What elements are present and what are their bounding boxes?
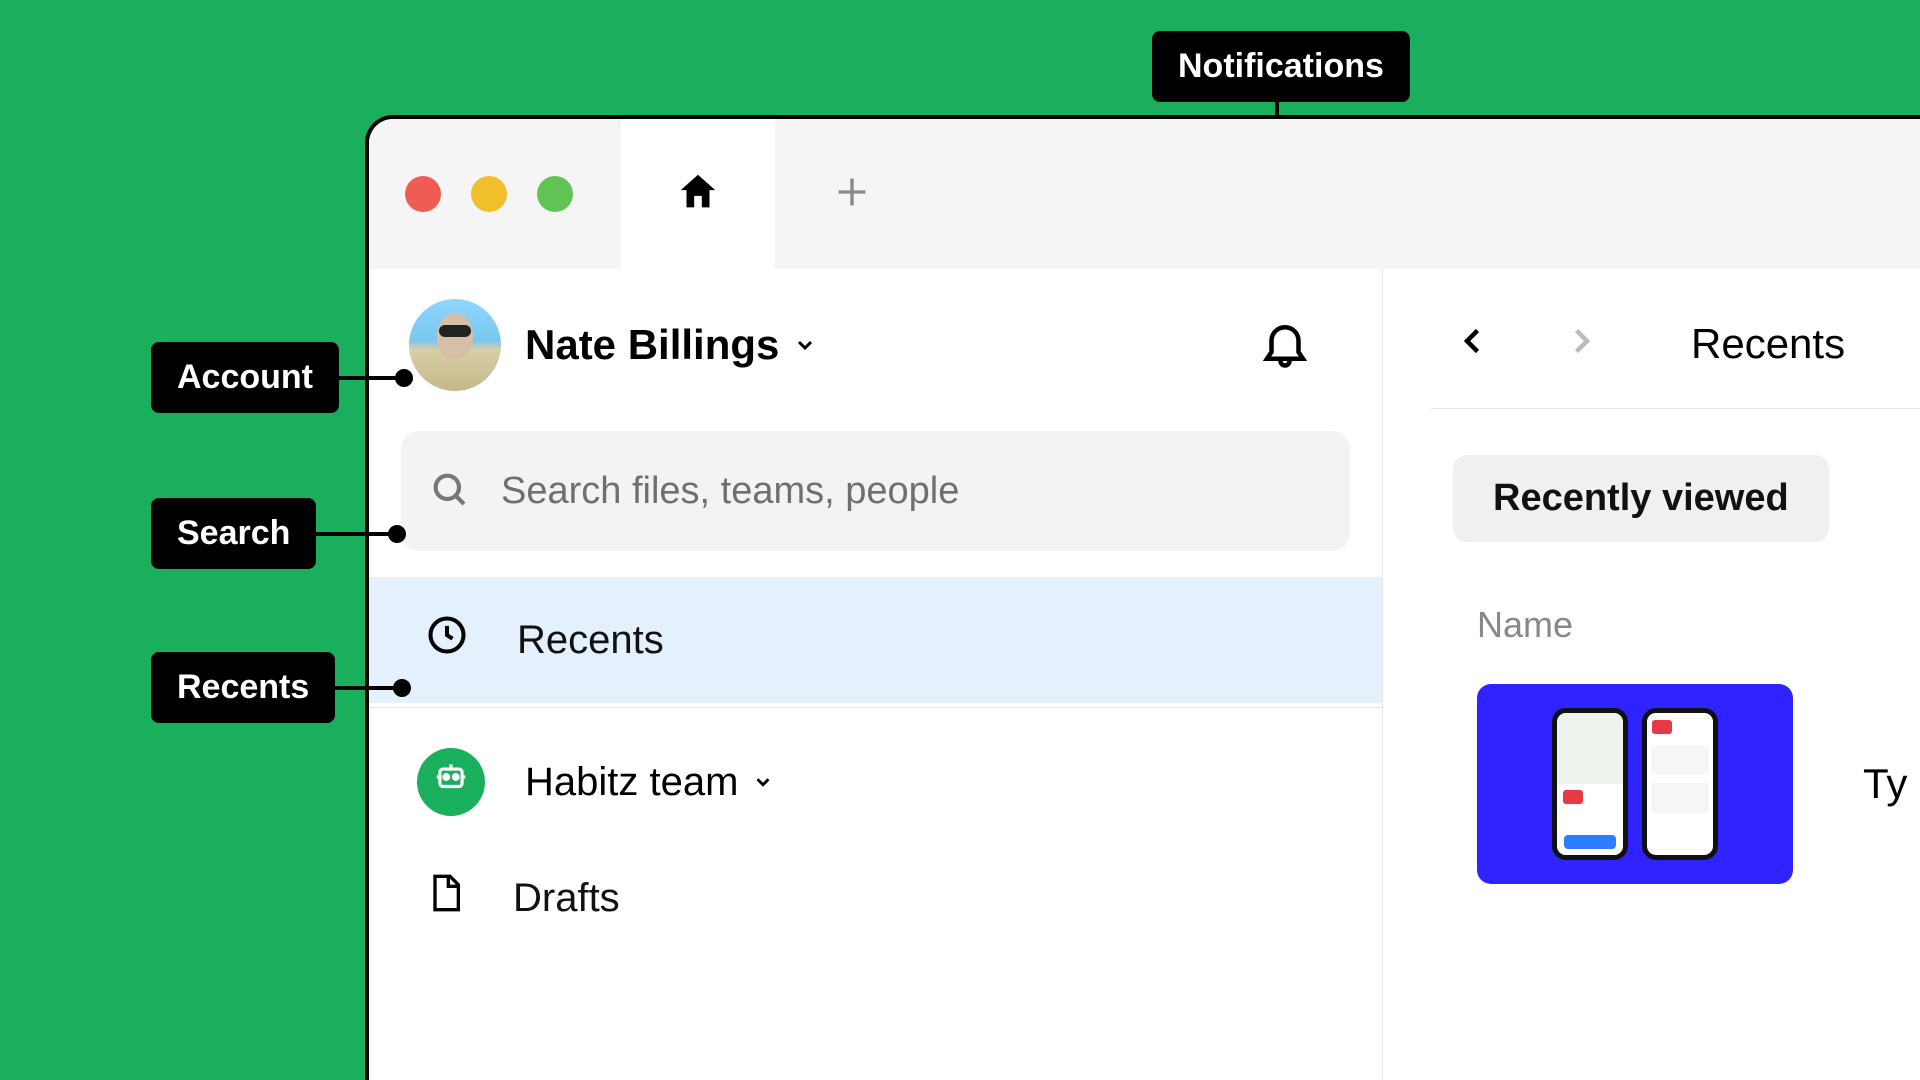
file-icon xyxy=(425,870,465,926)
traffic-lights xyxy=(405,176,573,212)
robot-icon xyxy=(432,758,470,806)
callout-account-label: Account xyxy=(177,358,313,397)
avatar xyxy=(409,299,501,391)
callout-recents: Recents xyxy=(151,652,335,723)
search-input[interactable]: Search files, teams, people xyxy=(401,431,1350,551)
clock-icon xyxy=(425,613,469,667)
nav-forward-button[interactable] xyxy=(1563,323,1599,364)
app-window: Nate Billings xyxy=(365,115,1920,1080)
filter-recently-viewed[interactable]: Recently viewed xyxy=(1453,455,1829,542)
account-menu[interactable]: Nate Billings xyxy=(369,269,1382,421)
file-thumbnail xyxy=(1477,684,1793,884)
home-icon xyxy=(675,169,721,220)
titlebar xyxy=(369,119,1920,269)
tab-home[interactable] xyxy=(621,119,775,269)
callout-search-label: Search xyxy=(177,514,290,553)
search-placeholder: Search files, teams, people xyxy=(501,470,959,513)
file-name: Ty xyxy=(1863,760,1907,808)
sidebar-item-drafts[interactable]: Drafts xyxy=(369,844,1382,952)
window-minimize-icon[interactable] xyxy=(471,176,507,212)
sidebar-item-label: Drafts xyxy=(513,876,620,921)
new-tab-button[interactable] xyxy=(775,119,929,269)
filter-label: Recently viewed xyxy=(1493,477,1789,519)
callout-notifications-label: Notifications xyxy=(1178,47,1384,86)
window-zoom-icon[interactable] xyxy=(537,176,573,212)
sidebar-item-recents[interactable]: Recents xyxy=(369,577,1382,703)
callout-account: Account xyxy=(151,342,339,413)
chevron-down-icon xyxy=(793,333,817,357)
file-row[interactable]: Ty xyxy=(1477,684,1920,884)
callout-recents-label: Recents xyxy=(177,668,309,707)
sidebar: Nate Billings xyxy=(369,269,1383,1080)
sidebar-item-label: Recents xyxy=(517,618,664,663)
nav-back-button[interactable] xyxy=(1455,323,1491,364)
callout-notifications: Notifications xyxy=(1152,31,1410,102)
account-name-label: Nate Billings xyxy=(525,321,779,369)
window-close-icon[interactable] xyxy=(405,176,441,212)
page-title: Recents xyxy=(1691,320,1845,368)
plus-icon xyxy=(832,172,872,217)
search-icon xyxy=(429,469,469,514)
team-name-label: Habitz team xyxy=(525,760,738,805)
main-panel: Recents Recently viewed Name Ty xyxy=(1383,269,1920,1080)
chevron-down-icon xyxy=(752,771,774,793)
team-avatar xyxy=(417,748,485,816)
callout-search: Search xyxy=(151,498,316,569)
team-menu[interactable]: Habitz team xyxy=(369,708,1382,844)
notifications-button[interactable] xyxy=(1258,316,1312,375)
bell-icon xyxy=(1258,357,1312,374)
column-header-name: Name xyxy=(1477,604,1920,646)
